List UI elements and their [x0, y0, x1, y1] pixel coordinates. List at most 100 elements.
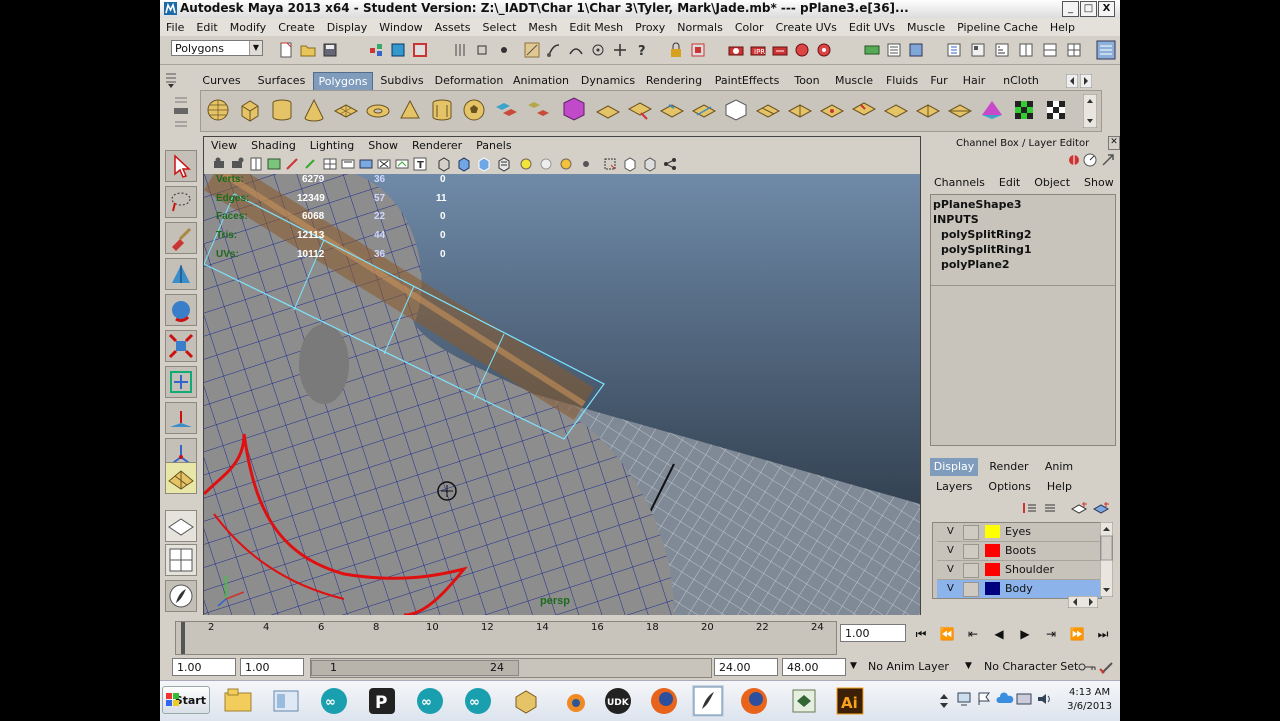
menu-display[interactable]: Display	[321, 21, 374, 34]
layer-row[interactable]: V Eyes	[937, 523, 1101, 542]
tab-dynamics[interactable]: Dynamics	[579, 72, 637, 89]
paint-select-tool[interactable]	[165, 222, 197, 254]
grid-toggle-icon[interactable]	[322, 156, 338, 172]
split-polygon-icon[interactable]	[691, 97, 717, 123]
tab-anim-layers[interactable]: Anim	[1036, 458, 1082, 476]
menu-create[interactable]: Create	[272, 21, 321, 34]
illustrator-icon[interactable]: Ai	[834, 685, 866, 717]
step-forward-frame-button[interactable]: ⏩	[1069, 626, 1085, 642]
preferences-icon[interactable]	[1098, 659, 1116, 675]
menu-set-dropdown[interactable]: Polygons ▼	[171, 40, 263, 56]
vp-menu-show[interactable]: Show	[361, 139, 405, 152]
network-icon[interactable]	[956, 691, 972, 707]
channel-box-arrow-icon[interactable]	[1100, 152, 1116, 168]
3d-scene[interactable]: Verts: 6279 36 0 Edges: 12349 57 11 Face…	[204, 157, 920, 615]
vp-menu-panels[interactable]: Panels	[469, 139, 518, 152]
perspective-viewport[interactable]: View Shading Lighting Show Renderer Pane…	[203, 136, 921, 616]
soft-modification-tool[interactable]	[165, 402, 197, 434]
arduino-icon[interactable]: ∞	[414, 685, 446, 717]
cb-menu-channels[interactable]: Channels	[934, 176, 985, 189]
open-scene-icon[interactable]	[300, 42, 316, 58]
new-scene-icon[interactable]	[278, 42, 294, 58]
current-tool[interactable]	[165, 462, 197, 494]
four-view-layout-button[interactable]	[165, 544, 197, 576]
current-time-field[interactable]: 1.00	[840, 624, 906, 642]
layout-single-icon[interactable]	[1042, 42, 1058, 58]
poly-plane-icon[interactable]	[333, 97, 359, 123]
key-icon[interactable]	[1078, 660, 1096, 674]
layer-color-swatch[interactable]	[985, 544, 1000, 557]
tab-fluids[interactable]: Fluids	[884, 72, 920, 89]
film-gate-icon[interactable]	[340, 156, 356, 172]
uv-checker-icon[interactable]	[1011, 97, 1037, 123]
layer-row[interactable]: V Shoulder	[937, 561, 1101, 580]
edge-mask-icon[interactable]	[474, 42, 490, 58]
layer-type-toggle[interactable]	[963, 563, 979, 578]
xray-joints-icon[interactable]	[642, 156, 658, 172]
tab-polygons[interactable]: Polygons	[313, 72, 373, 90]
menu-assets[interactable]: Assets	[429, 21, 477, 34]
checker-map-icon[interactable]	[1043, 97, 1069, 123]
shelf-editor-icon[interactable]	[170, 92, 192, 132]
snap-plane-icon[interactable]	[612, 42, 628, 58]
display-icon[interactable]	[1016, 691, 1032, 707]
object-name[interactable]: pPlaneShape3	[933, 198, 1022, 211]
wireframe-on-shaded-icon[interactable]	[476, 156, 492, 172]
visibility-toggle[interactable]: V	[947, 545, 954, 556]
single-perspective-layout-button[interactable]	[165, 510, 197, 542]
tab-rendering[interactable]: Rendering	[644, 72, 704, 89]
visibility-toggle[interactable]: V	[947, 583, 954, 594]
lock-icon[interactable]	[668, 42, 684, 58]
universal-manipulator-tool[interactable]	[165, 366, 197, 398]
sketchup-icon[interactable]	[510, 685, 542, 717]
shelf-scroll-left-icon[interactable]	[1066, 74, 1078, 88]
outliner-toggle-icon[interactable]	[994, 42, 1010, 58]
chevron-down-icon[interactable]: ▼	[850, 661, 857, 671]
range-bar[interactable]: 1 24	[311, 660, 519, 676]
render-view-icon[interactable]	[816, 42, 832, 58]
current-time-marker[interactable]	[181, 622, 185, 654]
persp-outliner-layout-button[interactable]	[165, 580, 197, 612]
render-icon[interactable]	[728, 42, 744, 58]
tab-fur[interactable]: Fur	[927, 72, 951, 89]
render-settings-icon[interactable]	[772, 42, 788, 58]
smooth-shade-icon[interactable]	[456, 156, 472, 172]
layer-color-swatch[interactable]	[985, 525, 1000, 538]
resolution-gate-icon[interactable]	[358, 156, 374, 172]
input-node[interactable]: polySplitRing1	[941, 243, 1032, 256]
select-object-icon[interactable]	[390, 42, 406, 58]
save-scene-icon[interactable]	[322, 42, 338, 58]
extrude-icon[interactable]	[595, 97, 621, 123]
menu-mesh[interactable]: Mesh	[522, 21, 563, 34]
tab-subdivs[interactable]: Subdivs	[378, 72, 426, 89]
playback-end-field[interactable]: 24.00	[714, 658, 778, 676]
windows-explorer-icon[interactable]	[222, 685, 254, 717]
shadows-icon[interactable]	[538, 156, 554, 172]
layer-scrollbar[interactable]	[1100, 522, 1113, 597]
flag-icon[interactable]	[976, 691, 992, 707]
step-forward-key-button[interactable]: ⇥	[1043, 626, 1059, 642]
textured-icon[interactable]	[496, 156, 512, 172]
tray-expand-icon[interactable]	[938, 689, 950, 711]
bookmarks-icon[interactable]	[248, 156, 264, 172]
layer-hscroll-icon[interactable]	[1068, 596, 1098, 608]
tab-hair[interactable]: Hair	[958, 72, 990, 89]
go-to-end-button[interactable]: ⏭	[1095, 626, 1111, 642]
layer-menu-layers[interactable]: Layers	[936, 480, 972, 493]
character-set-dropdown[interactable]: No Character Set	[984, 660, 1078, 673]
menu-select[interactable]: Select	[476, 21, 522, 34]
field-chart-icon[interactable]	[394, 156, 410, 172]
layer-type-toggle[interactable]	[963, 544, 979, 559]
step-back-frame-button[interactable]: ⏪	[939, 626, 955, 642]
poly-prism-icon[interactable]	[397, 97, 423, 123]
high-quality-icon[interactable]	[558, 156, 574, 172]
insert-edge-loop-icon[interactable]	[755, 97, 781, 123]
select-component-icon[interactable]	[412, 42, 428, 58]
tab-display-layers[interactable]: Display	[930, 458, 978, 476]
vp-menu-renderer[interactable]: Renderer	[405, 139, 469, 152]
tab-deformation[interactable]: Deformation	[434, 72, 504, 89]
face-mask-icon[interactable]	[496, 42, 512, 58]
poke-face-icon[interactable]	[915, 97, 941, 123]
ambient-occlusion-icon[interactable]	[578, 156, 594, 172]
menu-modify[interactable]: Modify	[224, 21, 272, 34]
